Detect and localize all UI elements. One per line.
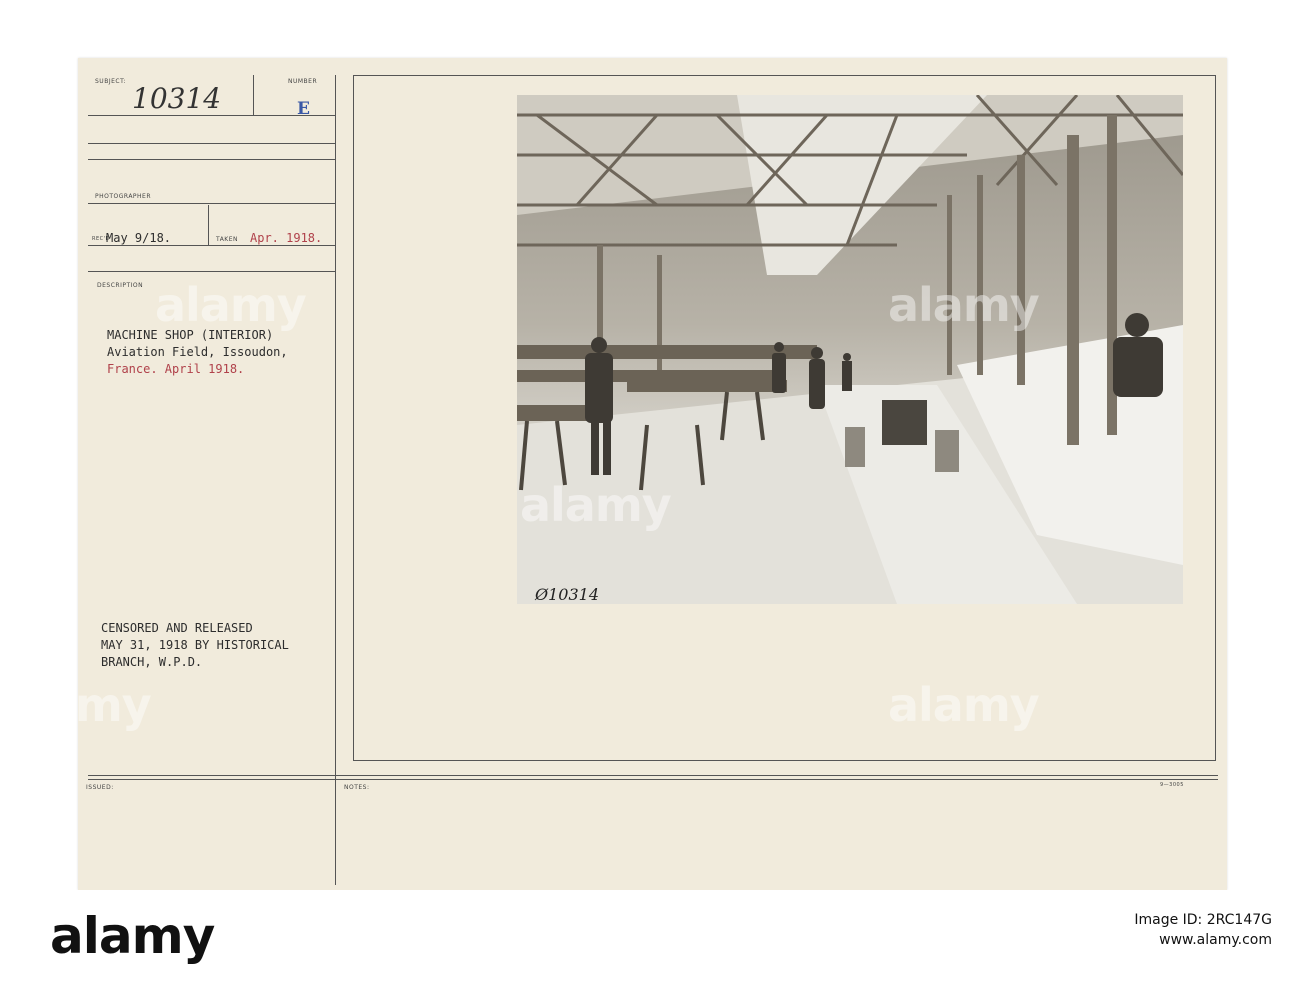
divider-recd-taken <box>208 205 209 245</box>
rule-bottom-2 <box>88 779 1218 780</box>
recd-value: May 9/18. <box>106 231 172 245</box>
rule-photographer <box>88 159 336 160</box>
rule-subject-2 <box>88 143 336 144</box>
divider-subject-number <box>253 75 254 115</box>
image-id: Image ID: 2RC147G <box>1134 912 1272 928</box>
alamy-logo: alamy <box>50 907 215 965</box>
description-line-2: Aviation Field, Issoudon, <box>107 345 288 359</box>
rule-photographer-2 <box>88 203 336 204</box>
rule-bottom <box>88 775 1218 776</box>
watermark-3: alamy <box>0 678 152 732</box>
watermark-5: alamy <box>520 478 672 532</box>
notes-label: NOTES: <box>344 784 370 791</box>
subject-value: 10314 <box>132 82 222 115</box>
photo-frame-left <box>353 75 354 760</box>
image-id-block: Image ID: 2RC147G www.alamy.com <box>1134 910 1272 950</box>
site-url: www.alamy.com <box>1159 932 1272 948</box>
censor-line-2: MAY 31, 1918 BY HISTORICAL <box>101 638 289 652</box>
watermark-2: alamy <box>888 278 1040 332</box>
censor-line-3: BRANCH, W.P.D. <box>101 655 203 669</box>
rule-dates-2 <box>88 271 336 272</box>
watermark-4: alamy <box>888 678 1040 732</box>
photo-caption: Ø10314 <box>534 585 599 604</box>
rule-dates <box>88 245 336 246</box>
description-line-3: France. April 1918. <box>107 362 245 376</box>
taken-value: Apr. 1918. <box>250 231 323 245</box>
photo-frame-top <box>353 75 1216 76</box>
subject-label: SUBJECT: <box>95 78 127 85</box>
photo-frame-bottom <box>353 760 1216 761</box>
number-label: NUMBER <box>288 78 318 85</box>
censor-line-1: CENSORED AND RELEASED <box>101 621 253 635</box>
taken-label: TAKEN <box>216 236 239 243</box>
photographer-label: PHOTOGRAPHER <box>95 193 152 200</box>
issued-label: ISSUED: <box>86 784 114 791</box>
description-label: DESCRIPTION <box>97 282 144 289</box>
form-number: 9—3005 <box>1160 782 1184 788</box>
photo-frame-right <box>1215 75 1216 760</box>
watermark-1: alamy <box>155 278 307 332</box>
number-value: E <box>297 99 310 119</box>
divider-left-vertical <box>335 75 336 885</box>
